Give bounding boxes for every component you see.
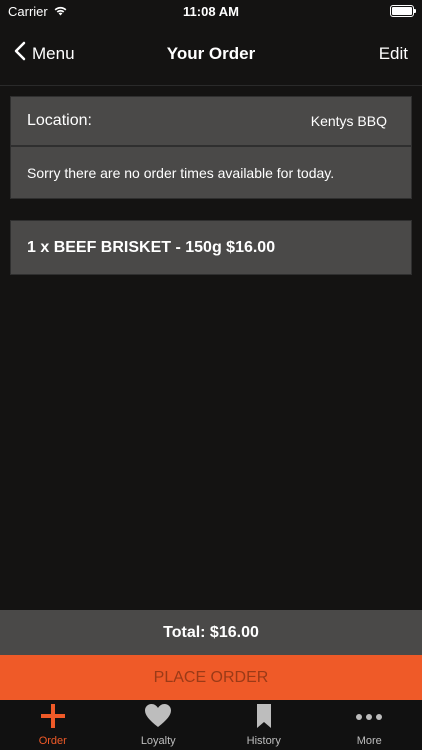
edit-button[interactable]: Edit: [379, 44, 408, 64]
total-bar: Total: $16.00: [0, 610, 422, 655]
tab-bar: Order Loyalty History More: [0, 700, 422, 750]
tab-history-label: History: [246, 735, 281, 747]
battery-icon: [390, 5, 416, 17]
bookmark-icon: [256, 703, 272, 735]
tab-history[interactable]: History: [211, 700, 317, 750]
plus-icon: [40, 703, 66, 735]
order-item[interactable]: 1 x BEEF BRISKET - 150g $16.00: [10, 220, 412, 275]
tab-loyalty-label: Loyalty: [140, 735, 176, 747]
total-label: Total: $16.00: [163, 623, 259, 641]
location-row[interactable]: Location: Kentys BBQ: [10, 96, 412, 146]
back-button[interactable]: Menu: [14, 41, 75, 66]
tab-order[interactable]: Order: [0, 700, 106, 750]
location-value: Kentys BBQ: [310, 113, 387, 129]
order-item-text: 1 x BEEF BRISKET - 150g $16.00: [27, 238, 276, 256]
status-time: 11:08 AM: [183, 3, 239, 19]
back-label: Menu: [32, 43, 75, 63]
order-times-message: Sorry there are no order times available…: [10, 146, 412, 199]
place-order-button[interactable]: PLACE ORDER: [0, 655, 422, 700]
status-bar: Carrier 11:08 AM: [0, 0, 422, 22]
message-text: Sorry there are no order times available…: [27, 164, 335, 181]
tab-order-label: Order: [38, 735, 67, 747]
tab-loyalty[interactable]: Loyalty: [106, 700, 212, 750]
chevron-left-icon: [14, 41, 26, 66]
tab-more-label: More: [356, 735, 382, 747]
nav-bar: Menu Your Order Edit: [0, 22, 422, 86]
heart-icon: [144, 703, 172, 735]
tab-more[interactable]: More: [317, 700, 422, 750]
more-dots-icon: [355, 703, 383, 735]
location-label: Location:: [27, 112, 92, 129]
